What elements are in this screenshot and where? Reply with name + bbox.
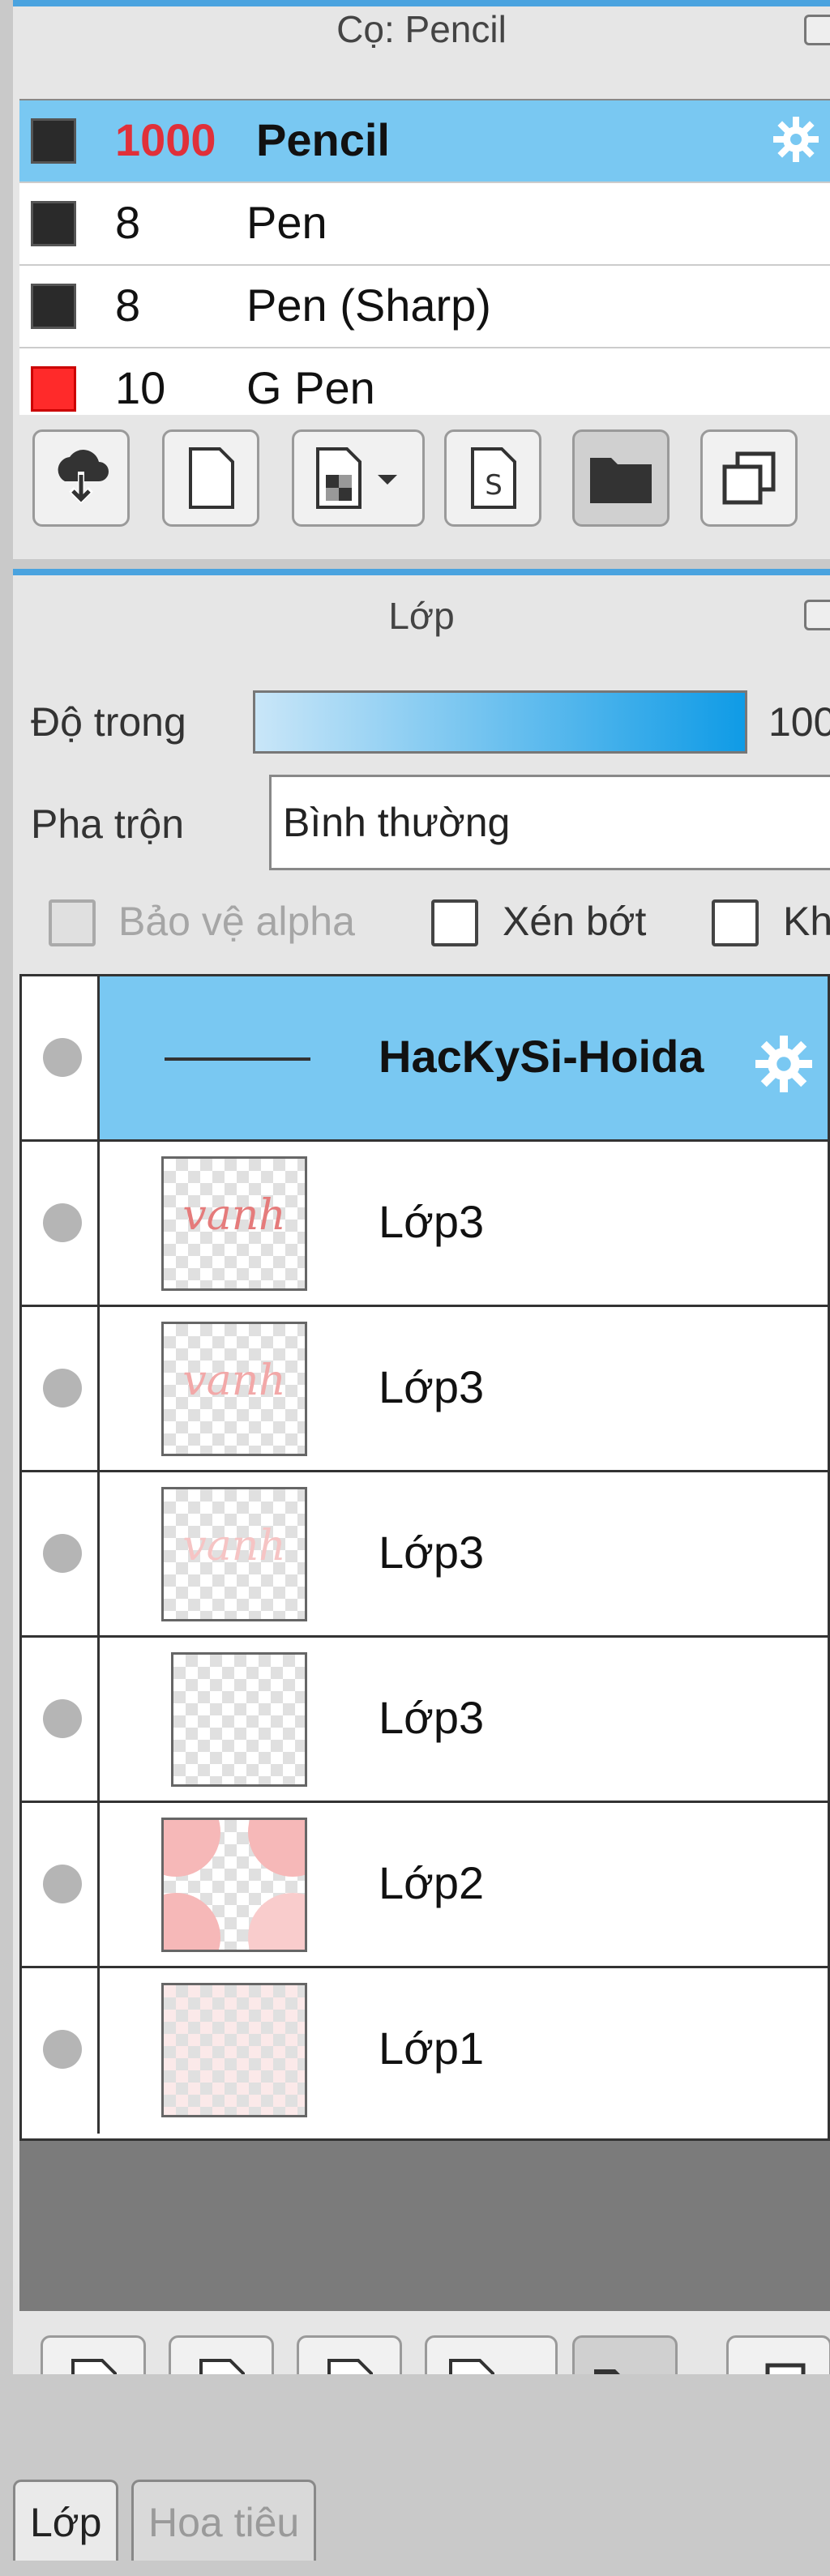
layer-thumbnail [171,1652,307,1787]
thumb-text: vanh [182,1522,286,1570]
eye-icon [43,1865,82,1903]
layer-name: Lớp3 [379,1692,485,1743]
layer-panel-title: Lớp [13,575,830,656]
tab-layer[interactable]: Lớp [13,2480,119,2561]
brush-item[interactable]: 1000 Pencil [19,100,830,183]
eye-icon [43,1203,82,1242]
gear-icon[interactable] [751,1032,816,1096]
brush-size: 8 [115,197,141,248]
clip-checkbox[interactable] [431,899,478,946]
layer-thumbnail: vanh [161,1487,307,1621]
visibility-toggle[interactable] [22,1307,100,1470]
alpha-protect-checkbox[interactable] [49,899,96,946]
brush-name: G Pen [246,362,375,413]
eye-icon [43,1038,82,1077]
thumb-text: vanh [182,1191,286,1240]
blend-mode-label: Pha trộn [31,801,185,847]
layer-name: Lớp1 [379,2023,485,2074]
layer-thumbnail [161,1818,307,1952]
detach-panel-icon[interactable] [804,15,830,45]
brush-color-swatch [31,366,76,412]
brush-list[interactable]: 1000 Pencil 8 Pen 8 Pen (Sharp) 10 G Pen [19,99,830,415]
layer-row[interactable]: vanh Lớp3 [22,1142,828,1307]
brush-item[interactable]: 8 Pen (Sharp) [19,266,830,348]
brush-color-swatch [31,118,76,164]
visibility-toggle[interactable] [22,976,100,1139]
lock-checkbox[interactable] [712,899,759,946]
layer-panel: Lớp Độ trong 100 Pha trộn Bình thường Bả… [13,569,830,2444]
brush-color-swatch [31,284,76,329]
brush-panel: Cọ: Pencil 1000 Pencil 8 Pen 8 Pen (Shar… [13,0,830,559]
tab-navigator[interactable]: Hoa tiêu [131,2480,317,2561]
thumb-text: vanh [182,1356,286,1405]
layer-list[interactable]: HacKySi-Hoida vanh Lớp3 vanh Lớp3 vanh L… [19,974,830,2141]
brush-size: 1000 [115,114,216,165]
visibility-toggle[interactable] [22,1968,100,2134]
brush-name: Pen [246,197,327,248]
layer-name: Lớp3 [379,1361,485,1412]
brush-type-dropdown-icon[interactable] [292,429,425,527]
brush-size: 10 [115,362,166,413]
layer-thumbnail [161,1983,307,2117]
clip-label: Xén bớt [503,899,647,944]
layer-name: Lớp3 [379,1527,485,1578]
brush-color-swatch [31,201,76,246]
layer-row[interactable]: vanh Lớp3 [22,1472,828,1638]
eye-icon [43,1369,82,1408]
layer-name: Lớp2 [379,1857,485,1908]
visibility-toggle[interactable] [22,1803,100,1966]
gear-icon[interactable] [770,113,822,165]
lock-label: Kh [783,899,830,944]
visibility-toggle[interactable] [22,1472,100,1635]
tab-navigator-label: Hoa tiêu [148,2500,300,2545]
visibility-toggle[interactable] [22,1638,100,1801]
opacity-slider[interactable] [253,690,747,754]
alpha-protect-label: Bảo vệ alpha [118,899,355,944]
detach-panel-icon[interactable] [804,600,830,630]
folder-icon[interactable] [572,429,670,527]
brush-name: Pen (Sharp) [246,280,491,331]
download-icon[interactable] [32,429,130,527]
visibility-toggle[interactable] [22,1142,100,1305]
layer-thumbnail: vanh [161,1156,307,1291]
blend-mode-select[interactable]: Bình thường [269,775,830,870]
layer-row[interactable]: vanh Lớp3 [22,1307,828,1472]
layer-row[interactable]: Lớp3 [22,1638,828,1803]
brush-panel-title-text: Cọ: Pencil [336,8,507,50]
brush-name: Pencil [256,114,390,165]
layer-row[interactable]: Lớp1 [22,1968,828,2134]
layer-row[interactable]: Lớp2 [22,1803,828,1968]
tab-layer-label: Lớp [30,2500,102,2545]
layer-panel-title-text: Lớp [388,595,455,637]
duplicate-icon[interactable] [700,429,798,527]
opacity-value: 100 [768,699,830,745]
panel-accent-bar [13,0,830,6]
brush-item[interactable]: 8 Pen [19,183,830,266]
panel-accent-bar [13,569,830,575]
brush-item[interactable]: 10 G Pen [19,348,830,415]
brush-panel-title: Cọ: Pencil [13,6,830,52]
brush-size: 8 [115,280,141,331]
new-brush-icon[interactable] [162,429,259,527]
layer-thumbnail: vanh [161,1322,307,1456]
layer-name: HacKySi-Hoida [379,1031,704,1082]
svg-text:S: S [485,469,503,502]
script-icon[interactable]: S [444,429,541,527]
brush-toolbar: S [19,423,830,538]
layer-list-empty-area [19,2141,830,2311]
layer-row[interactable]: HacKySi-Hoida [22,976,828,1142]
eye-icon [43,2030,82,2069]
layer-name: Lớp3 [379,1196,485,1247]
eye-icon [43,1534,82,1573]
panel-tabs: Lớp Hoa tiêu [0,2374,830,2576]
opacity-label: Độ trong [31,699,186,745]
eye-icon [43,1699,82,1738]
layer-thumbnail [165,1057,310,1061]
